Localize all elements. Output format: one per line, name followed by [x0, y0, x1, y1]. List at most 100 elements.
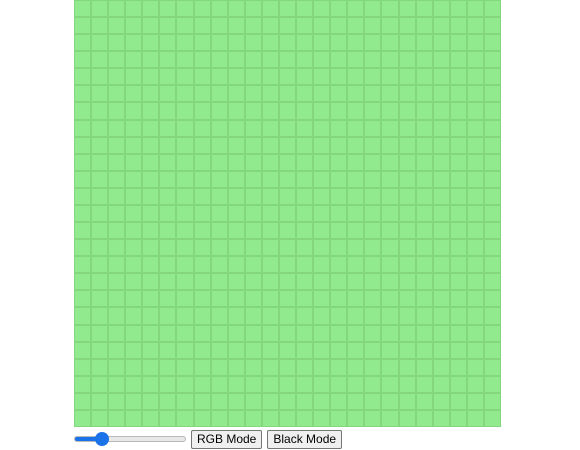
- grid-cell[interactable]: [364, 170, 382, 188]
- grid-cell[interactable]: [125, 341, 143, 359]
- grid-cell[interactable]: [347, 204, 365, 223]
- grid-cell[interactable]: [398, 68, 416, 86]
- grid-cell[interactable]: [142, 85, 160, 103]
- grid-cell[interactable]: [415, 256, 433, 274]
- grid-cell[interactable]: [330, 85, 348, 103]
- grid-cell[interactable]: [244, 222, 262, 240]
- grid-cell[interactable]: [91, 153, 109, 171]
- grid-cell[interactable]: [176, 392, 194, 410]
- grid-cell[interactable]: [466, 17, 484, 35]
- grid-cell[interactable]: [466, 358, 484, 376]
- grid-cell[interactable]: [347, 51, 365, 69]
- grid-cell[interactable]: [108, 409, 126, 427]
- grid-cell[interactable]: [278, 358, 297, 376]
- grid-cell[interactable]: [125, 187, 143, 205]
- grid-cell[interactable]: [244, 392, 262, 410]
- grid-cell[interactable]: [176, 119, 194, 137]
- grid-cell[interactable]: [91, 256, 109, 274]
- grid-cell[interactable]: [176, 273, 194, 291]
- grid-cell[interactable]: [227, 256, 245, 274]
- grid-cell[interactable]: [125, 51, 143, 69]
- grid-cell[interactable]: [74, 187, 92, 205]
- grid-cell[interactable]: [398, 204, 416, 223]
- grid-cell[interactable]: [74, 204, 92, 223]
- grid-cell[interactable]: [483, 239, 501, 257]
- grid-cell[interactable]: [244, 324, 262, 342]
- grid-cell[interactable]: [278, 222, 297, 240]
- grid-cell[interactable]: [244, 273, 262, 291]
- grid-cell[interactable]: [381, 51, 399, 69]
- grid-cell[interactable]: [330, 0, 348, 18]
- grid-cell[interactable]: [398, 307, 416, 325]
- grid-cell[interactable]: [193, 222, 211, 240]
- grid-cell[interactable]: [466, 307, 484, 325]
- grid-cell[interactable]: [108, 85, 126, 103]
- grid-cell[interactable]: [330, 273, 348, 291]
- grid-cell[interactable]: [347, 307, 365, 325]
- grid-cell[interactable]: [466, 170, 484, 188]
- grid-cell[interactable]: [91, 239, 109, 257]
- grid-cell[interactable]: [347, 392, 365, 410]
- grid-cell[interactable]: [432, 341, 450, 359]
- grid-cell[interactable]: [330, 307, 348, 325]
- grid-cell[interactable]: [176, 0, 194, 18]
- grid-cell[interactable]: [108, 273, 126, 291]
- grid-cell[interactable]: [176, 239, 194, 257]
- grid-cell[interactable]: [176, 68, 194, 86]
- grid-cell[interactable]: [330, 256, 348, 274]
- grid-cell[interactable]: [91, 358, 109, 376]
- grid-cell[interactable]: [347, 170, 365, 188]
- grid-cell[interactable]: [483, 34, 501, 52]
- grid-cell[interactable]: [193, 256, 211, 274]
- grid-cell[interactable]: [159, 375, 177, 393]
- grid-cell[interactable]: [296, 187, 314, 205]
- grid-cell[interactable]: [364, 187, 382, 205]
- grid-cell[interactable]: [261, 34, 279, 52]
- grid-cell[interactable]: [159, 153, 177, 171]
- drawing-grid[interactable]: [74, 0, 501, 427]
- grid-cell[interactable]: [125, 392, 143, 410]
- grid-cell[interactable]: [381, 239, 399, 257]
- grid-cell[interactable]: [244, 204, 262, 223]
- grid-cell[interactable]: [313, 17, 331, 35]
- grid-cell[interactable]: [381, 358, 399, 376]
- grid-cell[interactable]: [227, 17, 245, 35]
- grid-cell[interactable]: [432, 409, 450, 427]
- grid-cell[interactable]: [415, 222, 433, 240]
- grid-cell[interactable]: [142, 409, 160, 427]
- grid-cell[interactable]: [347, 409, 365, 427]
- grid-cell[interactable]: [125, 136, 143, 154]
- grid-cell[interactable]: [125, 102, 143, 120]
- grid-cell[interactable]: [381, 341, 399, 359]
- grid-cell[interactable]: [398, 324, 416, 342]
- grid-cell[interactable]: [432, 102, 450, 120]
- grid-cell[interactable]: [108, 68, 126, 86]
- grid-cell[interactable]: [483, 290, 501, 308]
- grid-cell[interactable]: [108, 136, 126, 154]
- grid-cell[interactable]: [193, 68, 211, 86]
- grid-cell[interactable]: [261, 358, 279, 376]
- grid-cell[interactable]: [142, 170, 160, 188]
- grid-cell[interactable]: [142, 307, 160, 325]
- grid-cell[interactable]: [227, 290, 245, 308]
- grid-cell[interactable]: [483, 153, 501, 171]
- grid-cell[interactable]: [296, 153, 314, 171]
- grid-cell[interactable]: [364, 85, 382, 103]
- grid-cell[interactable]: [381, 0, 399, 18]
- grid-cell[interactable]: [176, 409, 194, 427]
- grid-cell[interactable]: [278, 239, 297, 257]
- grid-cell[interactable]: [313, 324, 331, 342]
- grid-cell[interactable]: [449, 204, 467, 223]
- grid-cell[interactable]: [108, 256, 126, 274]
- grid-cell[interactable]: [74, 222, 92, 240]
- grid-cell[interactable]: [210, 358, 228, 376]
- grid-cell[interactable]: [415, 102, 433, 120]
- grid-cell[interactable]: [313, 375, 331, 393]
- grid-cell[interactable]: [449, 324, 467, 342]
- grid-cell[interactable]: [381, 34, 399, 52]
- grid-cell[interactable]: [415, 307, 433, 325]
- grid-cell[interactable]: [432, 290, 450, 308]
- grid-cell[interactable]: [142, 358, 160, 376]
- grid-cell[interactable]: [381, 273, 399, 291]
- grid-cell[interactable]: [347, 0, 365, 18]
